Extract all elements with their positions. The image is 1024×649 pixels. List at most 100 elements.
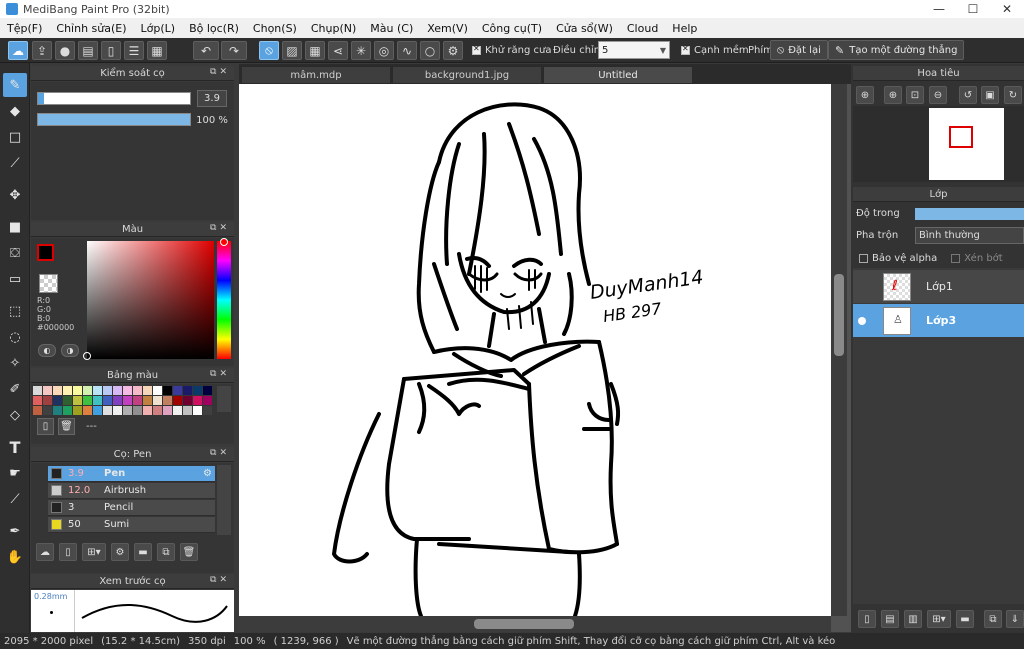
palette-swatch[interactable] (103, 396, 112, 405)
palette-swatch[interactable] (183, 386, 192, 395)
palette-swatch[interactable] (113, 406, 122, 415)
palette-swatch[interactable] (73, 396, 82, 405)
new-layer-icon[interactable]: ▯ (858, 610, 876, 628)
layer-row-lop1[interactable]: ℓ Lớp1 (853, 270, 1024, 303)
palette-swatch[interactable] (163, 396, 172, 405)
menu-file[interactable]: Tệp(F) (0, 22, 49, 35)
horizontal-scroll-thumb[interactable] (474, 619, 574, 629)
brush-settings-gear-icon[interactable]: ⚙ (203, 468, 212, 479)
palette-swatch[interactable] (53, 396, 62, 405)
eraser-tool-icon[interactable]: ◆ (3, 99, 27, 123)
brush-size-slider[interactable] (37, 92, 191, 105)
canvas-horizontal-scrollbar[interactable] (239, 616, 831, 632)
circle-snap-icon[interactable]: ○ (420, 41, 440, 60)
cloud-brush-icon[interactable]: ☁ (36, 543, 54, 561)
palette-swatch[interactable] (123, 396, 132, 405)
menu-help[interactable]: Help (665, 22, 704, 35)
palette-swatch[interactable] (173, 406, 182, 415)
lasso-tool-icon[interactable]: ◌ (3, 325, 27, 349)
menu-cloud[interactable]: Cloud (620, 22, 665, 35)
zoom-out-icon[interactable]: ⊖ (929, 86, 947, 104)
palette-mode-icon[interactable]: ◐ (38, 344, 56, 357)
radial-snap-icon[interactable]: ✳ (351, 41, 371, 60)
page-grid-icon[interactable]: ▦ (147, 41, 167, 60)
panel-float-close-icon[interactable]: ⧉✕ (210, 369, 230, 379)
color-picker-cursor[interactable] (83, 352, 91, 360)
layer-row-lop3[interactable]: ♙ Lớp3 (853, 304, 1024, 337)
add-brush-menu-icon[interactable]: ⊞▾ (82, 543, 106, 561)
gradient-tool-icon[interactable]: ▭ (3, 267, 27, 291)
zoom-in-icon[interactable]: ⊕ (856, 86, 874, 104)
rotate-left-icon[interactable]: ↺ (959, 86, 977, 104)
canvas-vertical-scrollbar[interactable] (831, 84, 847, 616)
new-halftone-layer-icon[interactable]: ▤ (881, 610, 899, 628)
delete-palette-icon[interactable]: 🗑 (58, 418, 75, 435)
menu-edit[interactable]: Chỉnh sửa(E) (49, 22, 133, 35)
duplicate-layer-icon[interactable]: ⧉ (984, 610, 1002, 628)
merge-layer-icon[interactable]: ⇓ (1006, 610, 1024, 628)
speech-bubble-icon[interactable]: ▤ (78, 41, 98, 60)
curve-snap-icon[interactable]: ∿ (397, 41, 417, 60)
bucket-tool-icon[interactable]: ⛋ (3, 241, 27, 265)
navigator-view-rect[interactable] (949, 126, 973, 148)
perspective-snap-icon[interactable]: ⋖ (328, 41, 348, 60)
menu-snap[interactable]: Chụp(N) (304, 22, 363, 35)
palette-swatch[interactable] (113, 386, 122, 395)
palette-swatch[interactable] (33, 406, 42, 415)
hue-slider-handle[interactable] (220, 238, 228, 246)
palette-swatch[interactable] (163, 406, 172, 415)
add-layer-menu-icon[interactable]: ⊞▾ (927, 610, 951, 628)
redo-icon[interactable]: ↷ (221, 41, 247, 60)
palette-swatch[interactable] (33, 396, 42, 405)
close-button[interactable]: ✕ (990, 0, 1024, 18)
palette-swatch[interactable] (193, 406, 202, 415)
tab-untitled[interactable]: Untitled (543, 66, 693, 84)
concentric-snap-icon[interactable]: ◎ (374, 41, 394, 60)
palette-swatch[interactable] (143, 396, 152, 405)
grid-snap-icon[interactable]: ▦ (305, 41, 325, 60)
panel-float-close-icon[interactable]: ⧉✕ (210, 575, 230, 585)
menu-filter[interactable]: Bộ lọc(R) (182, 22, 246, 35)
palette-swatch[interactable] (53, 386, 62, 395)
select-eraser-tool-icon[interactable]: ◇ (3, 403, 27, 427)
layer-opacity-slider[interactable] (915, 208, 1024, 220)
palette-swatch[interactable] (103, 386, 112, 395)
palette-swatch[interactable] (53, 406, 62, 415)
dot-tool-icon[interactable]: □ (3, 125, 27, 149)
brush-item[interactable]: 3.9 Pen ⚙ (48, 466, 215, 482)
new-brush-icon[interactable]: ▯ (59, 543, 77, 561)
palette-swatch[interactable] (183, 406, 192, 415)
tab-background1[interactable]: background1.jpg (392, 66, 542, 84)
clipping-checkbox[interactable] (951, 254, 961, 263)
palette-swatch[interactable] (123, 386, 132, 395)
palette-swatch[interactable] (33, 386, 42, 395)
smooth-edge-checkbox[interactable] (681, 44, 690, 55)
menu-tools[interactable]: Công cụ(T) (475, 22, 549, 35)
duplicate-brush-icon[interactable]: ⧉ (157, 543, 175, 561)
brush-folder-icon[interactable]: ▬ (134, 543, 152, 561)
select-pen-tool-icon[interactable]: ✐ (3, 377, 27, 401)
palette-swatch[interactable] (203, 386, 212, 395)
palette-swatch[interactable] (83, 396, 92, 405)
brush-list-scrollbar[interactable] (217, 465, 231, 535)
vertical-scroll-thumb[interactable] (834, 274, 844, 356)
palette-swatch[interactable] (83, 406, 92, 415)
select-rect-tool-icon[interactable]: ⬚ (3, 299, 27, 323)
snap-settings-icon[interactable]: ⚙ (443, 41, 463, 60)
brush-tool-icon[interactable]: ✎ (3, 73, 27, 97)
transparent-color-swatch[interactable] (39, 274, 58, 293)
palette-swatch[interactable] (173, 386, 182, 395)
move-tool-icon[interactable]: ✥ (3, 183, 27, 207)
layer-visibility-icon[interactable] (858, 316, 866, 325)
panel-float-close-icon[interactable]: ⧉✕ (210, 448, 230, 458)
palette-swatch[interactable] (163, 386, 172, 395)
parallel-snap-icon[interactable]: ▨ (282, 41, 302, 60)
line-tool-icon[interactable]: ⟋ (3, 151, 27, 175)
hand-tool-icon[interactable]: ✋ (3, 545, 27, 569)
text-tool-icon[interactable]: T (3, 435, 27, 459)
protect-alpha-checkbox[interactable] (859, 254, 868, 263)
magic-wand-tool-icon[interactable]: ✧ (3, 351, 27, 375)
brush-opacity-value[interactable]: 100 % (195, 112, 229, 128)
palette-swatch[interactable] (73, 386, 82, 395)
palette-swatch[interactable] (183, 396, 192, 405)
